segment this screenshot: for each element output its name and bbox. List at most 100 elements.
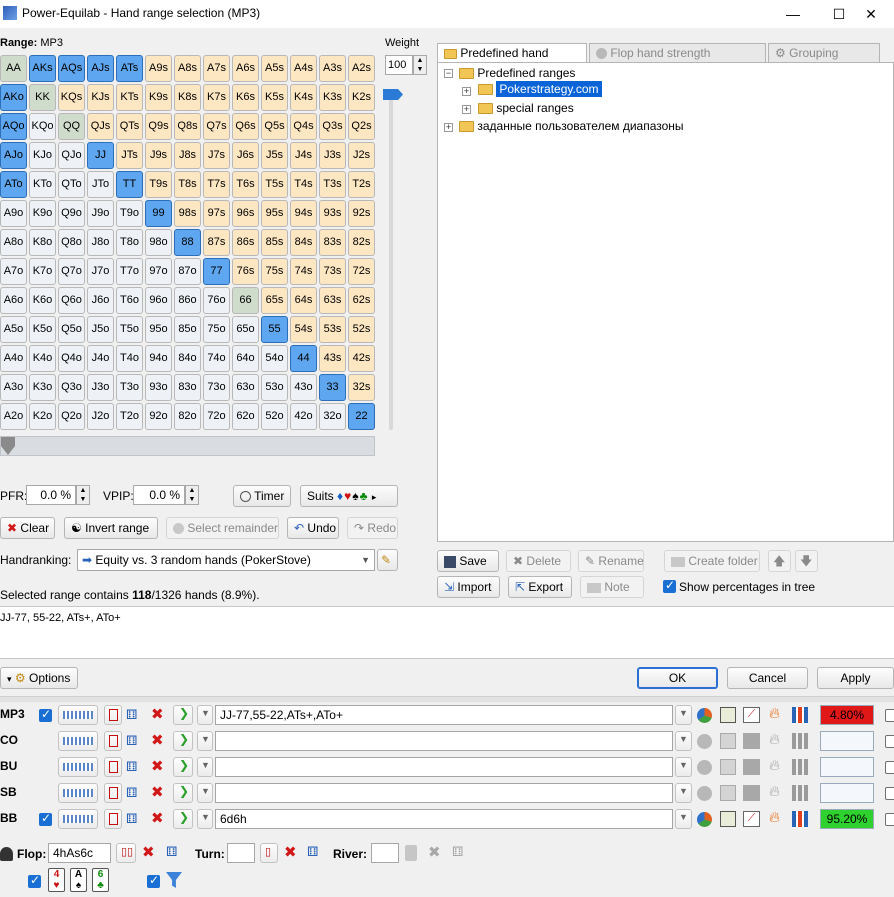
clear-flop-icon[interactable]: ✖: [142, 843, 160, 863]
hand-cell-A8o[interactable]: A8o: [0, 229, 27, 256]
hand-cell-KJs[interactable]: KJs: [87, 84, 114, 111]
hand-cell-K7o[interactable]: K7o: [29, 258, 56, 285]
hand-cell-K2o[interactable]: K2o: [29, 403, 56, 430]
fire-icon[interactable]: 🔥︎: [769, 809, 780, 826]
hand-cell-T9s[interactable]: T9s: [145, 171, 172, 198]
hand-cell-88[interactable]: 88: [174, 229, 201, 256]
hand-cell-T4s[interactable]: T4s: [290, 171, 317, 198]
flop-input[interactable]: 4hAs6c: [48, 843, 111, 863]
bar-chart-icon[interactable]: [792, 811, 808, 827]
hand-cell-K2s[interactable]: K2s: [348, 84, 375, 111]
hand-cell-A6o[interactable]: A6o: [0, 287, 27, 314]
hand-cell-82s[interactable]: 82s: [348, 229, 375, 256]
apply-button[interactable]: Apply: [817, 667, 894, 689]
hand-cell-QQ[interactable]: QQ: [58, 113, 85, 140]
table-icon[interactable]: [720, 707, 736, 723]
hand-cell-J4s[interactable]: J4s: [290, 142, 317, 169]
hand-cell-66[interactable]: 66: [232, 287, 259, 314]
tree-node-user-ranges[interactable]: заданные пользователем диапазоны: [459, 119, 684, 133]
hand-cell-77[interactable]: 77: [203, 258, 230, 285]
cards-button[interactable]: [104, 705, 122, 725]
hand-cell-K5o[interactable]: K5o: [29, 316, 56, 343]
cards-button[interactable]: [104, 783, 122, 803]
next-button[interactable]: ❯: [173, 757, 193, 777]
player-range-input[interactable]: [215, 783, 673, 803]
options-button[interactable]: ▾ ⚙ Options: [0, 667, 78, 689]
hand-cell-ATs[interactable]: ATs: [116, 55, 143, 82]
hand-cell-Q3s[interactable]: Q3s: [319, 113, 346, 140]
pie-chart-icon[interactable]: [697, 708, 712, 723]
range-dropdown[interactable]: ▼: [675, 705, 692, 725]
rename-button[interactable]: ✎ Rename: [578, 550, 644, 572]
hand-cell-92s[interactable]: 92s: [348, 200, 375, 227]
next-button[interactable]: ❯: [173, 783, 193, 803]
hand-grid-button[interactable]: [58, 783, 98, 803]
hand-cell-J7s[interactable]: J7s: [203, 142, 230, 169]
river-input[interactable]: [371, 843, 399, 863]
player-option-checkbox[interactable]: [885, 735, 894, 748]
save-button[interactable]: Save: [437, 550, 499, 572]
hand-cell-84o[interactable]: 84o: [174, 345, 201, 372]
hand-cell-Q6o[interactable]: Q6o: [58, 287, 85, 314]
hand-cell-54o[interactable]: 54o: [261, 345, 288, 372]
hand-cell-AA[interactable]: AA: [0, 55, 27, 82]
hand-cell-95o[interactable]: 95o: [145, 316, 172, 343]
bar-chart-icon[interactable]: [792, 707, 808, 723]
weight-slider-handle[interactable]: [383, 89, 403, 100]
table-icon[interactable]: [720, 759, 736, 775]
hand-cell-42s[interactable]: 42s: [348, 345, 375, 372]
weight-spinner[interactable]: ▲ ▼: [413, 55, 427, 75]
hand-cell-95s[interactable]: 95s: [261, 200, 288, 227]
player-option-checkbox[interactable]: [885, 761, 894, 774]
next-button[interactable]: ❯: [173, 809, 193, 829]
hand-cell-22[interactable]: 22: [348, 403, 375, 430]
random-turn-dice-icon[interactable]: ⚅: [307, 844, 318, 860]
hand-cell-K4o[interactable]: K4o: [29, 345, 56, 372]
tree-node-pokerstrategy[interactable]: Pokerstrategy.com: [478, 81, 602, 97]
hand-grid-button[interactable]: [58, 705, 98, 725]
line-chart-icon[interactable]: [743, 759, 760, 775]
line-chart-icon[interactable]: ⟋: [743, 811, 760, 827]
range-history-dropdown[interactable]: ▼: [197, 783, 213, 803]
hand-cell-KTo[interactable]: KTo: [29, 171, 56, 198]
hand-cell-K4s[interactable]: K4s: [290, 84, 317, 111]
board-cards-checkbox[interactable]: [28, 873, 41, 888]
hand-cell-64s[interactable]: 64s: [290, 287, 317, 314]
random-flop-dice-icon[interactable]: ⚅: [166, 844, 177, 860]
hand-cell-72o[interactable]: 72o: [203, 403, 230, 430]
hand-grid-button[interactable]: [58, 731, 98, 751]
tree-expand-pokerstrategy[interactable]: +: [462, 87, 471, 96]
dice-icon[interactable]: ⚅: [126, 707, 137, 723]
hand-cell-T7s[interactable]: T7s: [203, 171, 230, 198]
hand-cell-Q8o[interactable]: Q8o: [58, 229, 85, 256]
range-text-area[interactable]: JJ-77, 55-22, ATs+, ATo+: [0, 606, 894, 659]
hand-cell-94o[interactable]: 94o: [145, 345, 172, 372]
clear-player-icon[interactable]: ✖: [151, 783, 164, 801]
hand-cell-Q2s[interactable]: Q2s: [348, 113, 375, 140]
filter-icon[interactable]: [166, 872, 182, 888]
vpip-input[interactable]: 0.0 %: [133, 485, 185, 505]
hand-cell-J4o[interactable]: J4o: [87, 345, 114, 372]
hand-cell-53s[interactable]: 53s: [319, 316, 346, 343]
hand-cell-92o[interactable]: 92o: [145, 403, 172, 430]
player-checkbox[interactable]: [39, 811, 52, 826]
pie-chart-icon[interactable]: [697, 734, 712, 749]
hand-cell-85o[interactable]: 85o: [174, 316, 201, 343]
turn-card-button[interactable]: ▯: [260, 843, 278, 863]
hand-grid-button[interactable]: [58, 809, 98, 829]
vpip-spinner[interactable]: ▲ ▼: [185, 485, 199, 505]
table-icon[interactable]: [720, 733, 736, 749]
hand-cell-72s[interactable]: 72s: [348, 258, 375, 285]
hand-cell-AQo[interactable]: AQo: [0, 113, 27, 140]
dice-icon[interactable]: ⚅: [126, 811, 137, 827]
hand-cell-AJo[interactable]: AJo: [0, 142, 27, 169]
hand-cell-JTs[interactable]: JTs: [116, 142, 143, 169]
clear-river-icon[interactable]: ✖: [428, 843, 441, 861]
weight-input[interactable]: 100: [385, 55, 413, 75]
hand-cell-52o[interactable]: 52o: [261, 403, 288, 430]
hand-cell-A3s[interactable]: A3s: [319, 55, 346, 82]
hand-cell-Q6s[interactable]: Q6s: [232, 113, 259, 140]
handranking-select[interactable]: ➡ Equity vs. 3 random hands (PokerStove)…: [77, 549, 375, 571]
hand-cell-J5o[interactable]: J5o: [87, 316, 114, 343]
hand-cell-96s[interactable]: 96s: [232, 200, 259, 227]
